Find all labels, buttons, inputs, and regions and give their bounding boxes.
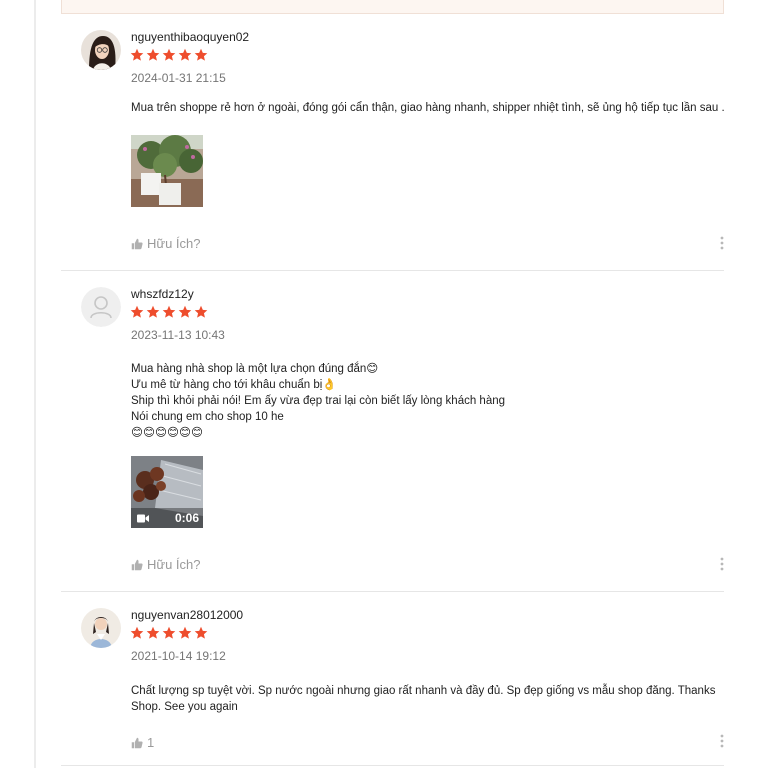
review-date: 2023-11-13 10:43 bbox=[131, 328, 225, 342]
review-comment: Mua hàng nhà shop là một lựa chọn đúng đ… bbox=[131, 361, 721, 441]
helpful-button[interactable]: Hữu Ích? bbox=[131, 557, 201, 572]
star-icon bbox=[130, 48, 144, 61]
previous-section-box bbox=[61, 0, 724, 14]
star-icon bbox=[178, 48, 192, 61]
review-item: whszfdz12y 2023-11-13 10:43 Mua hàng nhà… bbox=[61, 287, 724, 592]
thumbs-up-icon bbox=[131, 559, 143, 570]
comment-line: Ưu mê từ hàng cho tới khâu chuẩn bị👌 bbox=[131, 379, 337, 391]
star-rating bbox=[130, 626, 208, 640]
page-left-border bbox=[34, 0, 36, 768]
more-vertical-icon[interactable] bbox=[720, 236, 724, 250]
star-rating bbox=[130, 305, 208, 319]
default-avatar-icon bbox=[81, 287, 121, 327]
helpful-label: Hữu Ích? bbox=[147, 236, 201, 251]
more-vertical-icon[interactable] bbox=[720, 734, 724, 748]
avatar[interactable] bbox=[81, 287, 121, 327]
star-icon bbox=[178, 626, 192, 639]
helpful-label: Hữu Ích? bbox=[147, 557, 201, 572]
video-info-bar: 0:06 bbox=[131, 508, 203, 528]
star-icon bbox=[162, 626, 176, 639]
thumbs-up-icon bbox=[131, 238, 143, 249]
helpful-count: 1 bbox=[147, 735, 155, 750]
review-video-thumbnail[interactable]: 0:06 bbox=[131, 456, 203, 528]
comment-line: 😊😊😊😊😊😊 bbox=[131, 427, 203, 439]
review-comment: Mua trên shoppe rẻ hơn ở ngoài, đóng gói… bbox=[131, 100, 725, 116]
more-vertical-icon[interactable] bbox=[720, 557, 724, 571]
star-icon bbox=[130, 626, 144, 639]
star-icon bbox=[162, 48, 176, 61]
video-camera-icon bbox=[137, 514, 149, 522]
review-date: 2024-01-31 21:15 bbox=[131, 71, 226, 85]
review-item: nguyenthibaoquyen02 2024-01-31 21:15 Mua… bbox=[61, 30, 725, 271]
comment-line: Mua hàng nhà shop là một lựa chọn đúng đ… bbox=[131, 363, 379, 375]
star-icon bbox=[146, 626, 160, 639]
video-duration: 0:06 bbox=[174, 511, 199, 525]
comment-line: Ship thì khỏi phải nói! Em ấy vừa đẹp tr… bbox=[131, 395, 506, 407]
star-icon bbox=[146, 48, 160, 61]
star-icon bbox=[194, 48, 208, 61]
helpful-button[interactable]: Hữu Ích? bbox=[131, 236, 201, 251]
comment-line: Shop. See you again bbox=[131, 701, 238, 713]
comment-line: Mua trên shoppe rẻ hơn ở ngoài, đóng gói… bbox=[131, 102, 725, 114]
review-photo-thumbnail[interactable] bbox=[131, 135, 203, 207]
helpful-button[interactable]: 1 bbox=[131, 735, 154, 750]
review-divider bbox=[61, 765, 724, 766]
thumbs-up-icon bbox=[131, 737, 143, 748]
star-icon bbox=[194, 305, 208, 318]
reviewer-username[interactable]: nguyenthibaoquyen02 bbox=[131, 30, 249, 44]
star-icon bbox=[146, 305, 160, 318]
star-rating bbox=[130, 48, 208, 62]
star-icon bbox=[178, 305, 192, 318]
star-icon bbox=[162, 305, 176, 318]
comment-line: Nói chung em cho shop 10 he bbox=[131, 411, 284, 423]
review-comment: Chất lượng sp tuyệt vời. Sp nước ngoài n… bbox=[131, 683, 721, 715]
comment-line: Chất lượng sp tuyệt vời. Sp nước ngoài n… bbox=[131, 685, 716, 697]
avatar[interactable] bbox=[81, 608, 121, 648]
reviewer-username[interactable]: whszfdz12y bbox=[131, 287, 194, 301]
avatar[interactable] bbox=[81, 30, 121, 70]
review-date: 2021-10-14 19:12 bbox=[131, 649, 226, 663]
review-item: nguyenvan28012000 2021-10-14 19:12 Chất … bbox=[61, 608, 724, 768]
star-icon bbox=[194, 626, 208, 639]
star-icon bbox=[130, 305, 144, 318]
reviewer-username[interactable]: nguyenvan28012000 bbox=[131, 608, 243, 622]
